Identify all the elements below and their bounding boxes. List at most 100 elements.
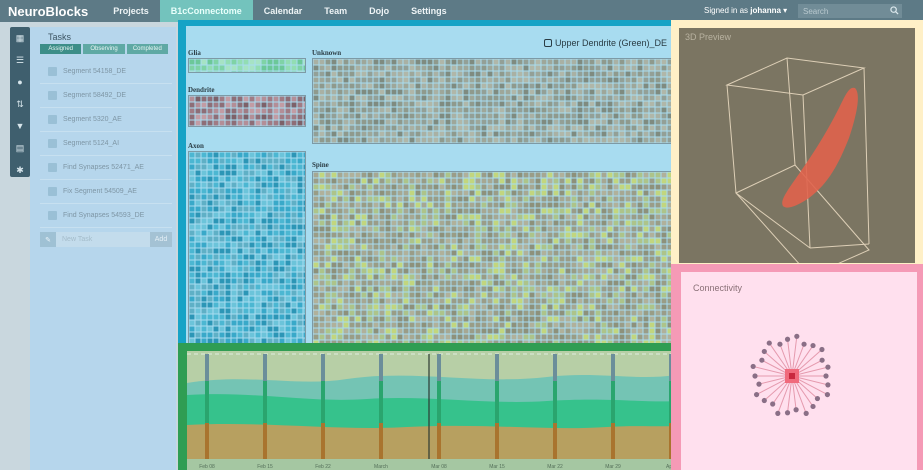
tab-assigned[interactable]: Assigned	[40, 44, 82, 54]
connectivity-node[interactable]	[794, 333, 800, 339]
grid-icon[interactable]: ▦	[10, 27, 30, 49]
timeline-bar-segment	[321, 423, 325, 459]
central-node-core	[789, 373, 795, 379]
group-label-spine: Spine	[312, 161, 329, 169]
connectivity-node[interactable]	[825, 364, 831, 370]
sort-icon[interactable]: ⇅	[10, 93, 30, 115]
task-item[interactable]: Find Synapses 54593_DE	[40, 204, 172, 228]
task-item[interactable]: Segment 5124_AI	[40, 132, 172, 156]
connectivity-node[interactable]	[766, 340, 772, 346]
segment-block-unknown[interactable]	[312, 58, 679, 144]
tab-observing[interactable]: Observing	[83, 44, 125, 54]
search-icon[interactable]	[890, 6, 899, 15]
connectivity-node[interactable]	[814, 395, 821, 402]
group-label-dendrite: Dendrite	[188, 86, 215, 94]
timeline-bar-segment	[321, 381, 325, 423]
group-label-glia: Glia	[188, 49, 201, 57]
filter-icon[interactable]: ▼	[10, 115, 30, 137]
task-checkbox[interactable]	[48, 115, 57, 124]
connectivity-panel: Connectivity	[671, 264, 923, 470]
nav-calendar[interactable]: Calendar	[253, 0, 314, 22]
task-checkbox[interactable]	[48, 211, 57, 220]
task-item[interactable]: Fix Segment 54509_AE	[40, 180, 172, 204]
task-item[interactable]: Find Synapses 52471_AE	[40, 156, 172, 180]
connectivity-graph[interactable]	[681, 300, 917, 470]
tab-completed[interactable]: Completed	[126, 44, 168, 54]
task-checkbox[interactable]	[48, 91, 57, 100]
timeline-bar-segment	[611, 354, 615, 381]
brand-logo[interactable]: NeuroBlocks	[0, 4, 102, 19]
connectivity-node[interactable]	[761, 397, 767, 404]
connectivity-node[interactable]	[810, 342, 816, 349]
drop-icon[interactable]: ●	[10, 71, 30, 93]
task-checkbox[interactable]	[48, 187, 57, 196]
timeline-bar-segment	[495, 423, 499, 459]
segment-block-glia[interactable]	[188, 58, 309, 77]
task-checkbox[interactable]	[48, 139, 57, 148]
connectivity-node[interactable]	[819, 346, 825, 353]
nav-b1cconnectome[interactable]: B1cConnectome	[159, 0, 253, 22]
task-checkbox[interactable]	[48, 163, 57, 172]
task-item[interactable]: Segment 54158_DE	[40, 60, 172, 84]
task-item[interactable]: Segment 58492_DE	[40, 84, 172, 108]
timeline-date-label: Mar 15	[489, 464, 505, 470]
timeline-date-label: Feb 22	[315, 464, 331, 470]
group-label-axon: Axon	[188, 142, 204, 150]
task-label: Fix Segment 54509_AE	[63, 188, 137, 195]
timeline-chart[interactable]: Feb 08 Feb 15 Feb 22 March Mar 08 Mar 15 Mar 2…	[187, 351, 675, 470]
top-nav: NeuroBlocks Projects B1cConnectome Calen…	[0, 0, 923, 22]
connectivity-node[interactable]	[803, 410, 809, 417]
timeline-bar-segment	[495, 381, 499, 423]
timeline-bar-segment	[379, 381, 383, 423]
connectivity-node[interactable]	[770, 401, 776, 407]
connectivity-node[interactable]	[775, 410, 781, 417]
nav-projects[interactable]: Projects	[102, 0, 160, 22]
book-icon[interactable]: ▤	[10, 137, 30, 159]
task-tabs: Assigned Observing Completed	[40, 44, 170, 54]
connectivity-node[interactable]	[810, 403, 816, 410]
connectivity-node[interactable]	[823, 373, 829, 379]
timeline-date-label: Mar 22	[547, 464, 563, 470]
timeline-bar-segment	[205, 423, 209, 459]
connectivity-node[interactable]	[761, 348, 767, 355]
segment-block-spine[interactable]	[312, 171, 679, 346]
legend-label: Upper Dendrite (Green)_DE	[554, 38, 667, 48]
nav-dojo[interactable]: Dojo	[358, 0, 400, 22]
connectivity-node[interactable]	[824, 391, 831, 398]
search-input[interactable]	[798, 4, 902, 18]
task-label: Segment 58492_DE	[63, 92, 127, 99]
connectivity-node[interactable]	[793, 407, 799, 413]
connectivity-node[interactable]	[784, 410, 791, 416]
timeline-bar-segment	[437, 354, 441, 381]
new-task-input[interactable]: New Task	[56, 236, 150, 243]
connectivity-node[interactable]	[784, 336, 791, 342]
segment-treemap: Upper Dendrite (Green)_DE Glia Unknown D…	[178, 20, 679, 350]
add-task-button[interactable]: Add	[150, 232, 172, 247]
preview-viewport[interactable]: 3D Preview	[679, 28, 915, 277]
edit-icon: ✎	[40, 232, 56, 247]
connectivity-node[interactable]	[825, 382, 831, 388]
caret-down-icon: ▾	[780, 6, 788, 15]
task-checkbox[interactable]	[48, 67, 57, 76]
connectivity-node[interactable]	[759, 357, 765, 363]
legend-chip[interactable]: Upper Dendrite (Green)_DE	[543, 38, 667, 48]
connectivity-node[interactable]	[752, 373, 758, 379]
connectivity-node[interactable]	[756, 381, 762, 387]
nav-settings[interactable]: Settings	[400, 0, 458, 22]
connectivity-node[interactable]	[801, 341, 807, 347]
connectivity-node[interactable]	[777, 341, 783, 347]
nav-team[interactable]: Team	[313, 0, 358, 22]
connectivity-node[interactable]	[753, 391, 760, 398]
segment-block-axon[interactable]	[188, 151, 309, 345]
timeline-bar-segment	[263, 381, 267, 423]
gear-icon[interactable]: ✱	[10, 159, 30, 181]
signed-in-prefix: Signed in as	[704, 6, 749, 15]
connectivity-node[interactable]	[819, 357, 825, 363]
username[interactable]: johanna	[750, 6, 781, 15]
group-label-unknown: Unknown	[312, 49, 342, 57]
segment-block-dendrite[interactable]	[188, 95, 309, 127]
list-icon[interactable]: ☰	[10, 49, 30, 71]
task-item[interactable]: Segment 5320_AE	[40, 108, 172, 132]
connectivity-node[interactable]	[750, 363, 756, 370]
signed-in-menu[interactable]: Signed in as johanna ▾	[704, 0, 787, 22]
